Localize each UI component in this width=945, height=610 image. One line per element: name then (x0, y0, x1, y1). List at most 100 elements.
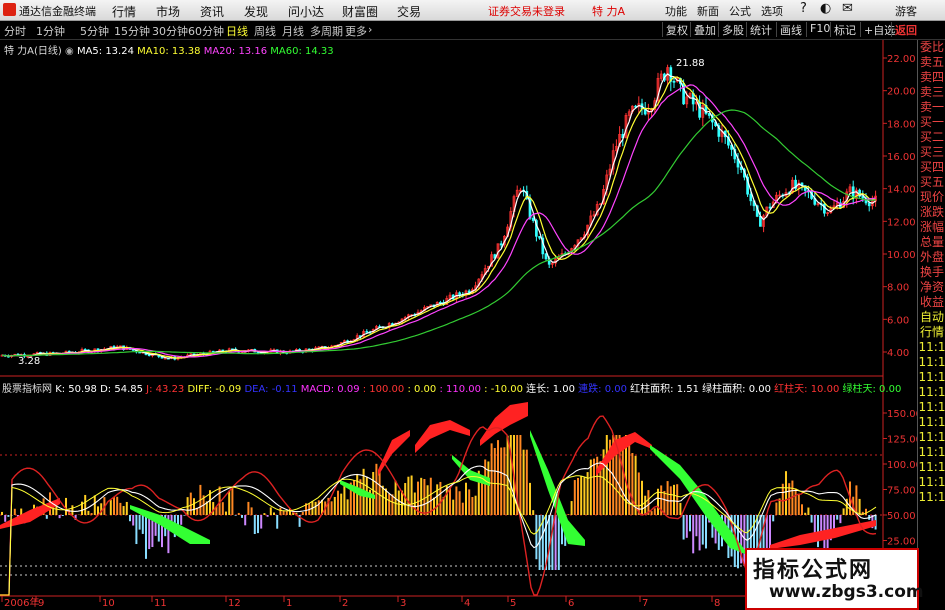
sidebar-item[interactable]: 卖四 (918, 70, 945, 85)
sidebar-item[interactable]: 涨幅 (918, 220, 945, 235)
sidebar-item[interactable]: 卖一 (918, 100, 945, 115)
indicator-bar (340, 494, 342, 515)
indicator-bar (500, 448, 502, 515)
indicator-bar (4, 515, 6, 522)
indicator-tick-label: 25.00 (887, 537, 916, 548)
indicator-bar (817, 515, 819, 547)
y-tick-label: 10.00 (887, 250, 916, 261)
indicator-bar (772, 515, 774, 521)
indicator-bar (139, 515, 141, 530)
indicator-bar (427, 485, 429, 515)
indicator-bar (14, 509, 16, 515)
sidebar-item[interactable]: 11:1 (918, 385, 945, 400)
sidebar-item[interactable]: 委比 (918, 40, 945, 55)
indicator-bar (241, 515, 243, 518)
indicator-bar (654, 508, 656, 515)
candle-body (759, 216, 761, 226)
sidebar-item[interactable]: 买五 (918, 175, 945, 190)
sidebar-item[interactable]: 11:1 (918, 490, 945, 505)
ma-line (2, 85, 876, 357)
sidebar-item[interactable]: 11:1 (918, 415, 945, 430)
indicator-legend-item: DEA: -0.11 (244, 384, 300, 395)
indicator-bar (260, 515, 262, 529)
sidebar-item[interactable]: 自动 (918, 310, 945, 325)
indicator-bar (526, 450, 528, 515)
sidebar-item[interactable]: 行情 (918, 325, 945, 340)
quote-sidebar[interactable]: 委比卖五卖四卖三卖一买一买二买三买四买五现价涨跌涨幅总量外盘换手净资收益自动行情… (917, 40, 945, 609)
indicator-bar (798, 494, 800, 515)
indicator-bar (785, 471, 787, 515)
chart-canvas: 22.0020.0018.0016.0014.0012.0010.008.006… (0, 0, 945, 609)
indicator-bar (257, 515, 259, 533)
sidebar-item[interactable]: 卖三 (918, 85, 945, 100)
sidebar-item[interactable]: 买三 (918, 145, 945, 160)
sidebar-item[interactable]: 11:1 (918, 460, 945, 475)
sidebar-item[interactable]: 11:1 (918, 355, 945, 370)
candle-body (750, 194, 752, 201)
indicator-bar (126, 502, 128, 515)
indicator-bar (407, 477, 409, 515)
indicator-bar (347, 499, 349, 515)
sidebar-item[interactable]: 净资 (918, 280, 945, 295)
indicator-bar (382, 486, 384, 515)
sidebar-item[interactable]: 11:1 (918, 445, 945, 460)
candle-body (532, 218, 534, 220)
indicator-bar (193, 498, 195, 515)
indicator-bar (337, 491, 339, 515)
indicator-tick-label: 50.00 (887, 511, 916, 522)
indicator-bar (148, 515, 150, 549)
sidebar-item[interactable]: 11:1 (918, 430, 945, 445)
sidebar-item[interactable]: 买二 (918, 130, 945, 145)
indicator-bar (279, 508, 281, 515)
candlestick-series[interactable] (1, 65, 877, 361)
candle-body (459, 293, 461, 295)
y-tick-label: 8.00 (887, 283, 909, 294)
main-chart-legend: 特 力A(日线) ◉ MA5: 13.24 MA10: 13.38 MA20: … (4, 42, 334, 57)
x-tick-label: 11 (154, 598, 167, 609)
ma-line (2, 74, 876, 358)
indicator-bar (398, 491, 400, 515)
indicator-bar (795, 488, 797, 515)
sidebar-item[interactable]: 11:1 (918, 400, 945, 415)
candle-body (823, 204, 825, 213)
candle-body (673, 81, 675, 82)
indicator-bar (692, 515, 694, 553)
indicator-bar (865, 509, 867, 515)
settings-icon[interactable]: ◉ (65, 46, 74, 57)
x-tick-label: 2 (342, 598, 348, 609)
indicator-bar (523, 450, 525, 515)
sidebar-item[interactable]: 收益 (918, 295, 945, 310)
sidebar-item[interactable]: 卖五 (918, 55, 945, 70)
indicator-bar (622, 444, 624, 515)
indicator-bar (606, 435, 608, 515)
indicator-ribbon (415, 420, 470, 453)
sidebar-item[interactable]: 外盘 (918, 250, 945, 265)
sidebar-item[interactable]: 11:1 (918, 475, 945, 490)
indicator-bar (254, 515, 256, 534)
indicator-bar (423, 479, 425, 515)
x-tick-label: 8 (714, 598, 720, 609)
sidebar-item[interactable]: 11:1 (918, 370, 945, 385)
sidebar-item[interactable]: 涨跌 (918, 205, 945, 220)
sidebar-item[interactable]: 买四 (918, 160, 945, 175)
sidebar-item[interactable]: 现价 (918, 190, 945, 205)
indicator-bar (641, 481, 643, 515)
indicator-bar (113, 497, 115, 515)
indicator-bar (583, 477, 585, 515)
x-tick-label: 9 (38, 598, 44, 609)
sidebar-item[interactable]: 11:1 (918, 340, 945, 355)
sidebar-item[interactable]: 买一 (918, 115, 945, 130)
x-tick-label: 7 (642, 598, 648, 609)
sidebar-item[interactable]: 总量 (918, 235, 945, 250)
indicator-bar (695, 515, 697, 536)
candle-body (699, 102, 701, 117)
indicator-bar (532, 510, 534, 515)
indicator-bar (804, 513, 806, 515)
sidebar-item[interactable]: 换手 (918, 265, 945, 280)
indicator-legend-item: 绿柱天: 0.00 (843, 384, 902, 395)
indicator-legend-item: K: 50.98 (55, 384, 100, 395)
chart-title: 特 力A(日线) (4, 46, 62, 57)
indicator-bar (811, 515, 813, 523)
watermark-url: www.zbgs3.com (769, 582, 924, 602)
indicator-bar (519, 435, 521, 515)
